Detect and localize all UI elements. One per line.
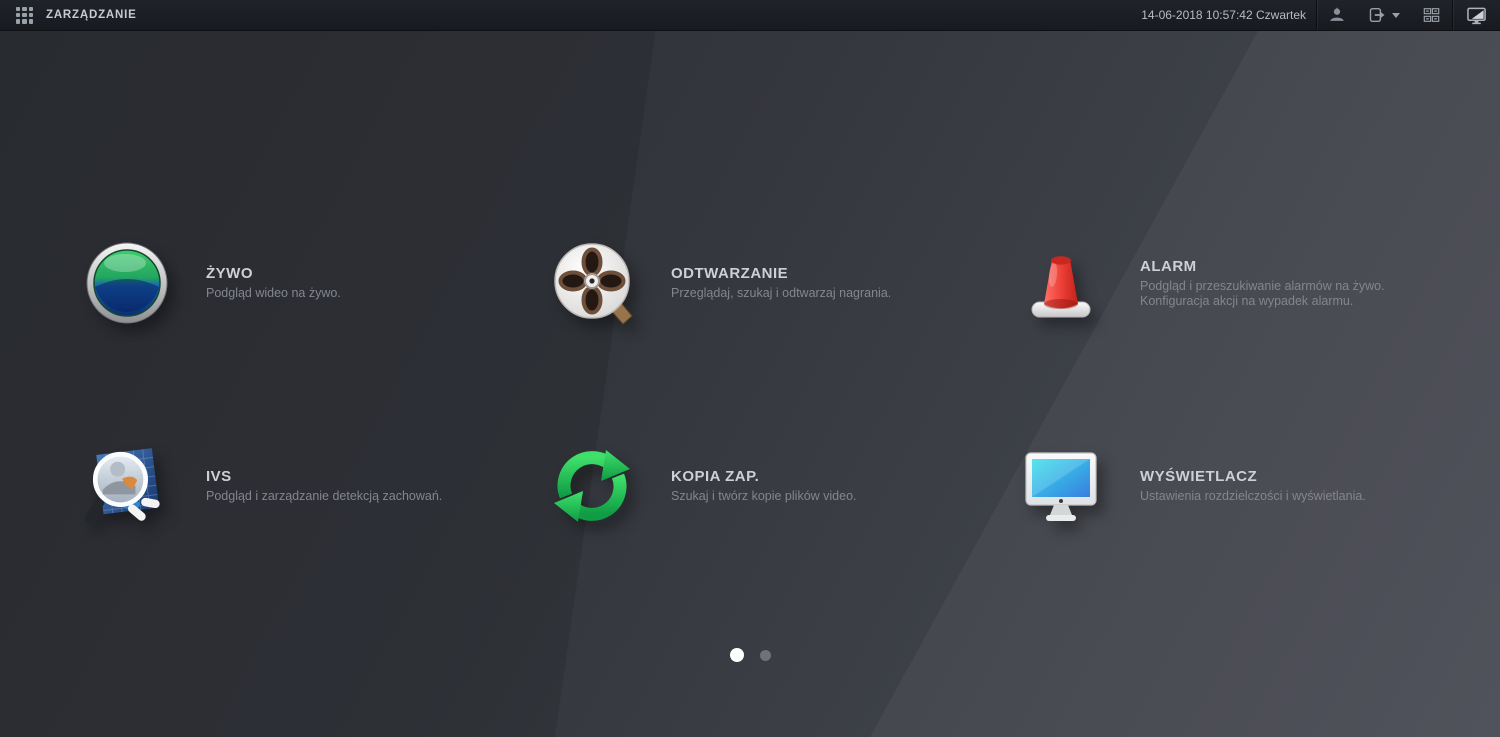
ivs-magnifier-icon — [85, 444, 169, 528]
menu-item-desc: Podgląd i zarządzanie detekcją zachowań. — [206, 489, 443, 503]
menu-item-title: ODTWARZANIE — [671, 265, 789, 282]
menu-item-playback[interactable]: ODTWARZANIE Przeglądaj, szukaj i odtwarz… — [550, 237, 1020, 329]
menu-item-desc: Konfiguracja akcji na wypadek alarmu. — [1140, 293, 1354, 308]
menu-item-desc: Podgląd wideo na żywo. — [206, 286, 341, 300]
screen-layout-icon — [1423, 8, 1440, 22]
menu-item-display[interactable]: WYŚWIETLACZ Ustawienia rozdzielczości i … — [1019, 440, 1489, 532]
menu-item-desc: Przeglądaj, szukaj i odtwarzaj nagrania. — [671, 286, 892, 300]
menu-item-desc: Ustawienia rozdzielczości i wyświetlania… — [1140, 489, 1366, 503]
alarm-siren-icon — [1019, 241, 1103, 325]
menu-item-title: WYŚWIETLACZ — [1140, 468, 1258, 485]
screen-layout-button[interactable] — [1411, 0, 1452, 30]
logout-button[interactable] — [1357, 0, 1411, 30]
menu-item-title: KOPIA ZAP. — [671, 468, 760, 485]
menu-item-alarm[interactable]: ALARM Podgląd i przeszukiwanie alarmów n… — [1019, 237, 1489, 329]
live-lens-icon — [85, 241, 169, 325]
caret-down-icon — [1392, 12, 1400, 18]
top-bar: ZARZĄDZANIE 14-06-2018 10:57:42 Czwartek — [0, 0, 1500, 31]
display-monitor-icon — [1019, 444, 1103, 528]
apps-grid-icon[interactable] — [16, 6, 33, 24]
menu-item-live[interactable]: ŻYWO Podgląd wideo na żywo. — [85, 237, 555, 329]
menu-item-desc: Szukaj i twórz kopie plików video. — [671, 489, 857, 503]
display-output-icon — [1467, 7, 1486, 24]
menu-item-title: ŻYWO — [206, 265, 253, 282]
menu-item-desc: Podgląd i przeszukiwanie alarmów na żywo… — [1140, 278, 1385, 293]
page-dot-1[interactable] — [729, 648, 744, 662]
page-title: ZARZĄDZANIE — [46, 9, 137, 21]
datetime-label: 14-06-2018 10:57:42 Czwartek — [1141, 8, 1306, 22]
playback-reel-icon — [550, 241, 634, 325]
logout-icon — [1369, 7, 1385, 23]
page-dot-2[interactable] — [759, 649, 771, 661]
user-button[interactable] — [1317, 0, 1357, 30]
menu-item-ivs[interactable]: IVS Podgląd i zarządzanie detekcją zacho… — [85, 440, 555, 532]
menu-item-title: ALARM — [1140, 257, 1197, 275]
pagination — [0, 645, 1500, 665]
menu-item-backup[interactable]: KOPIA ZAP. Szukaj i twórz kopie plików v… — [550, 440, 1020, 532]
user-icon — [1330, 7, 1344, 21]
backup-sync-icon — [550, 444, 634, 528]
display-output-button[interactable] — [1453, 0, 1500, 30]
menu-item-title: IVS — [206, 468, 232, 485]
